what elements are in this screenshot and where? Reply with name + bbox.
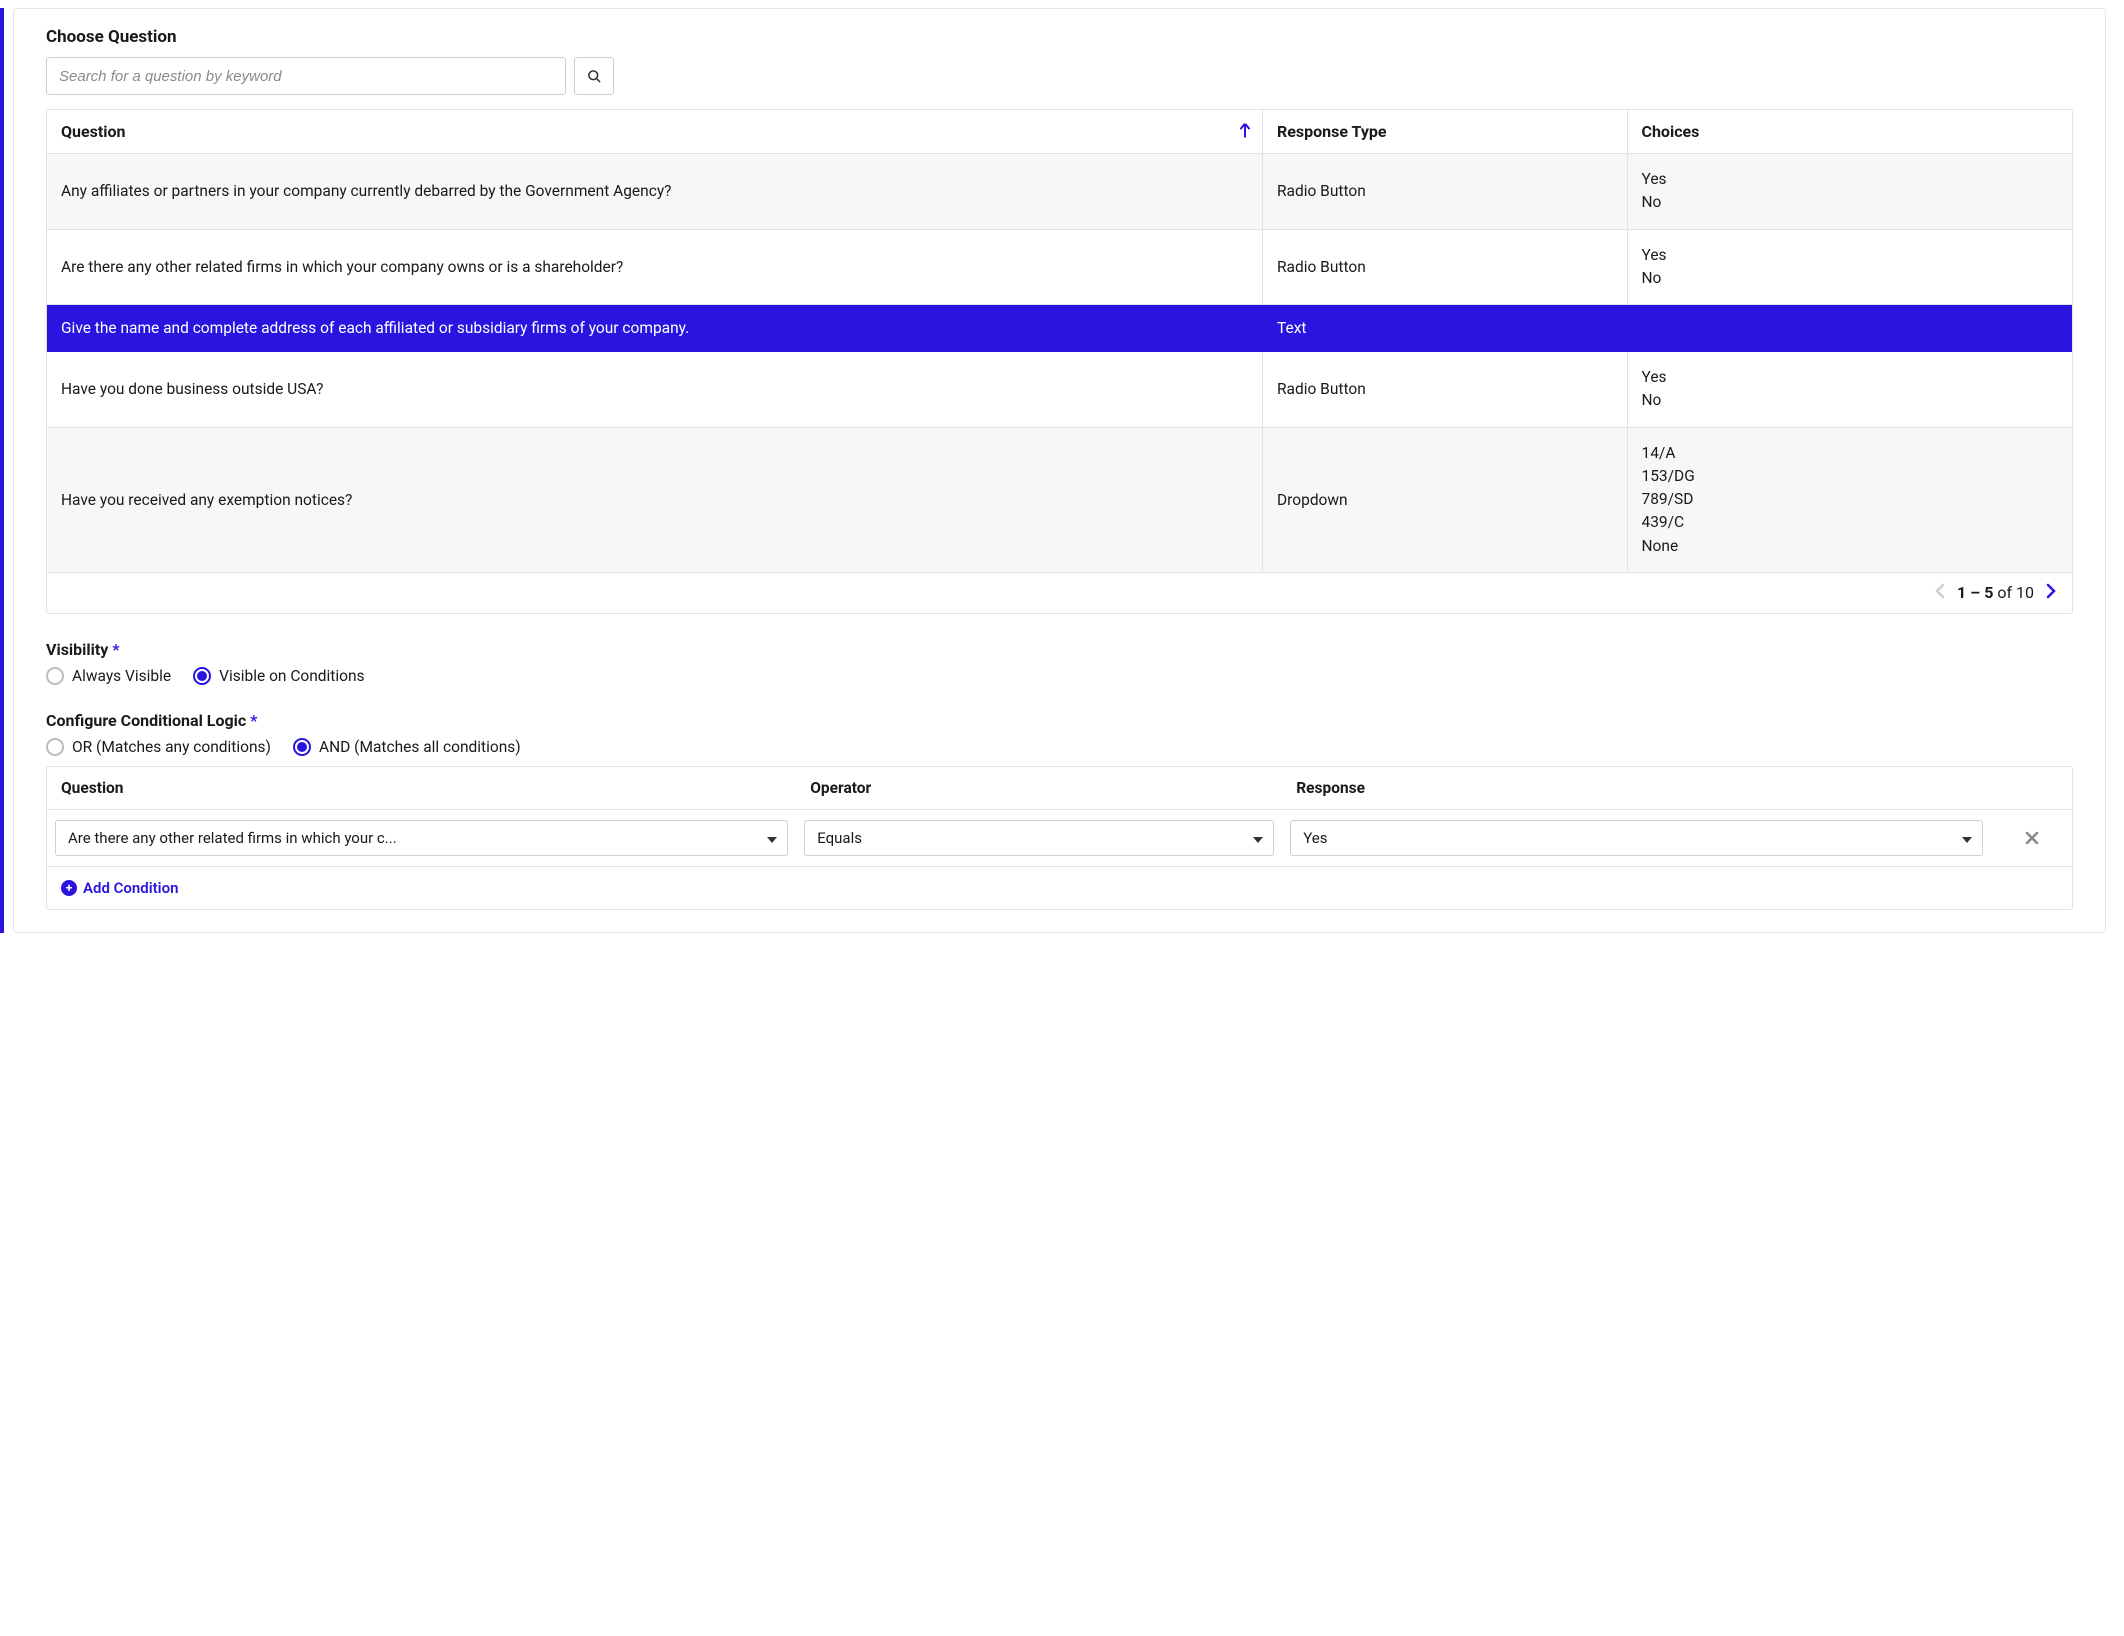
pager-of: of [1997,583,2012,602]
logic-mode-options: OR (Matches any conditions) AND (Matches… [46,738,2073,756]
choices-cell [1627,305,2073,352]
response-type-cell: Radio Button [1262,154,1627,230]
search-input[interactable] [46,57,566,95]
condition-response-value: Yes [1303,829,1327,847]
radio-always-visible[interactable]: Always Visible [46,667,171,685]
radio-icon [293,738,311,756]
cond-col-question: Question [47,767,796,810]
condition-question-value: Are there any other related firms in whi… [68,829,397,847]
choice-value: No [1642,267,2059,290]
pager-next-icon[interactable] [2044,583,2058,603]
delete-condition-button[interactable] [1991,810,2072,867]
col-header-question-label: Question [61,122,126,141]
choices-cell: 14/A153/DG789/SD439/CNone [1627,428,2073,573]
cond-col-response: Response [1282,767,1991,810]
caret-down-icon [1253,829,1263,847]
required-indicator: * [250,711,257,730]
question-cell: Are there any other related firms in whi… [47,230,1262,306]
question-cell: Have you received any exemption notices? [47,428,1262,573]
radio-and[interactable]: AND (Matches all conditions) [293,738,521,756]
response-type-cell: Radio Button [1262,230,1627,306]
visibility-title-label: Visibility [46,640,108,659]
caret-down-icon [1962,829,1972,847]
choice-value: 789/SD [1642,488,2059,511]
choices-cell: YesNo [1627,154,2073,230]
conditional-logic-title-label: Configure Conditional Logic [46,711,246,730]
search-button[interactable] [574,57,614,95]
condition-operator-select[interactable]: Equals [804,820,1274,856]
condition-question-select[interactable]: Are there any other related firms in whi… [55,820,788,856]
table-row[interactable]: Any affiliates or partners in your compa… [47,154,2072,230]
choose-question-panel: Choose Question Question Response Type C… [13,8,2106,933]
radio-or-label: OR (Matches any conditions) [72,738,271,756]
plus-circle-icon: + [61,880,77,896]
table-row[interactable]: Are there any other related firms in whi… [47,230,2072,306]
conditions-header-row: Question Operator Response [47,767,2072,810]
pager-text: 1 – 5 of 10 [1957,583,2034,602]
col-header-response-type[interactable]: Response Type [1262,110,1627,154]
search-icon [587,69,602,84]
choice-value: 14/A [1642,442,2059,465]
pager-range: 1 – 5 [1957,583,1993,602]
question-table: Question Response Type Choices Any affil… [46,109,2073,614]
choice-value: No [1642,389,2059,412]
choose-question-title: Choose Question [46,27,2073,47]
visibility-options: Always Visible Visible on Conditions [46,667,2073,685]
sort-asc-icon[interactable] [1240,122,1250,141]
visibility-title: Visibility * [46,640,2073,659]
table-row[interactable]: Have you received any exemption notices?… [47,428,2072,573]
col-header-choices[interactable]: Choices [1627,110,2073,154]
choice-value: 439/C [1642,511,2059,534]
response-type-cell: Text [1262,305,1627,352]
choice-value: None [1642,535,2059,558]
table-row[interactable]: Have you done business outside USA?Radio… [47,352,2072,428]
caret-down-icon [767,829,777,847]
choice-value: No [1642,191,2059,214]
pager-prev-icon[interactable] [1933,583,1947,603]
question-cell: Have you done business outside USA? [47,352,1262,428]
search-row [46,57,2073,95]
question-cell: Any affiliates or partners in your compa… [47,154,1262,230]
radio-icon [46,738,64,756]
radio-or[interactable]: OR (Matches any conditions) [46,738,271,756]
radio-icon [193,667,211,685]
radio-visible-on-conditions[interactable]: Visible on Conditions [193,667,364,685]
add-condition-label: Add Condition [83,879,178,897]
choices-cell: YesNo [1627,230,2073,306]
add-condition-button[interactable]: + Add Condition [47,867,2072,909]
radio-visible-on-conditions-label: Visible on Conditions [219,667,364,685]
response-type-cell: Radio Button [1262,352,1627,428]
choice-value: Yes [1642,168,2059,191]
pager-total: 10 [2016,583,2034,602]
radio-and-label: AND (Matches all conditions) [319,738,521,756]
condition-operator-value: Equals [817,829,862,847]
table-row[interactable]: Give the name and complete address of ea… [47,305,2072,352]
cond-col-action [1991,767,2072,810]
conditions-table: Question Operator Response Are there any… [46,766,2073,910]
conditional-logic-title: Configure Conditional Logic * [46,711,2073,730]
radio-always-visible-label: Always Visible [72,667,171,685]
radio-icon [46,667,64,685]
choice-value: 153/DG [1642,465,2059,488]
choice-value: Yes [1642,366,2059,389]
condition-response-select[interactable]: Yes [1290,820,1983,856]
col-header-question[interactable]: Question [47,110,1262,154]
pager: 1 – 5 of 10 [1933,583,2058,603]
required-indicator: * [112,640,119,659]
response-type-cell: Dropdown [1262,428,1627,573]
question-cell: Give the name and complete address of ea… [47,305,1262,352]
choice-value: Yes [1642,244,2059,267]
close-icon [2025,831,2039,845]
choices-cell: YesNo [1627,352,2073,428]
condition-row: Are there any other related firms in whi… [47,810,2072,867]
cond-col-operator: Operator [796,767,1282,810]
